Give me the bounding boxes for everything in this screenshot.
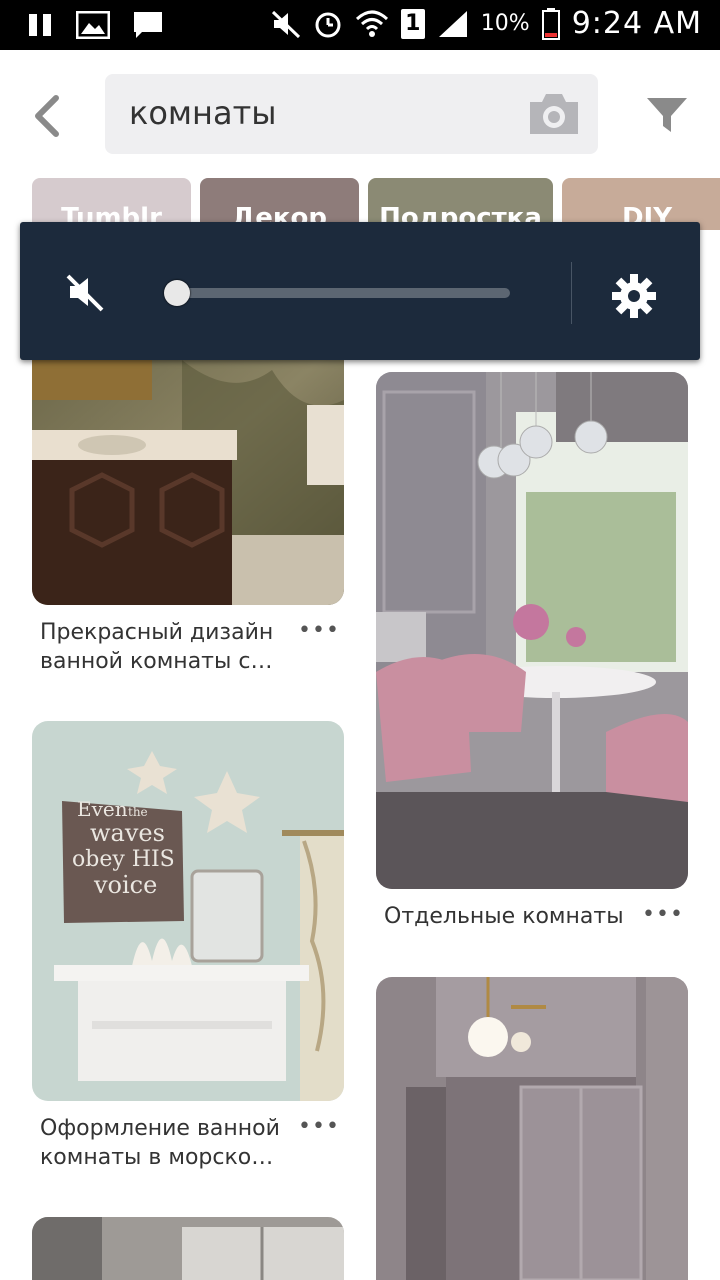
pin-caption-dining[interactable]: Отдельные комнаты [384,902,644,931]
image-icon [76,11,110,39]
pin-caption-bathroom[interactable]: Прекрасный дизайн ванной комнаты с… [40,618,290,676]
bathroom-photo [32,340,344,605]
filter-icon[interactable] [645,96,689,136]
pause-icon [29,14,51,36]
alarm-icon [315,12,341,37]
app-bar: комнаты [0,50,720,170]
battery-percent: 10% [480,11,530,36]
message-icon [134,12,162,38]
pin-image-nautical[interactable]: Even the waves obey HIS voice [32,721,344,1101]
more-options-icon[interactable]: ••• [642,902,684,927]
wifi-icon [355,10,388,37]
svg-text:waves: waves [90,819,165,847]
signal-icon [438,10,467,37]
volume-muted-icon[interactable] [66,272,106,312]
volume-slider-thumb[interactable] [164,280,190,306]
more-options-icon[interactable]: ••• [298,1114,340,1139]
volume-panel [20,222,700,360]
pin-caption-nautical[interactable]: Оформление ванной комнаты в морско… [40,1114,290,1172]
svg-text:obey HIS: obey HIS [72,847,175,872]
svg-text:voice: voice [93,871,157,899]
divider [571,262,572,324]
battery-icon [541,7,560,40]
volume-slider-track[interactable] [178,288,510,298]
pin-image-dining[interactable] [376,372,688,889]
nautical-decor-photo: Even the waves obey HIS voice [32,721,344,1101]
dining-room-photo [376,372,688,889]
svg-text:Even: Even [77,797,128,821]
settings-gear-icon[interactable] [610,272,658,320]
sim-slot-icon: 1 [400,8,425,39]
clock: 9:24 AM [571,6,702,41]
more-options-icon[interactable]: ••• [298,618,340,643]
pin-image-hallway[interactable] [376,977,688,1280]
pin-image-room-partial[interactable] [32,1217,344,1280]
hallway-photo [376,977,688,1280]
svg-text:the: the [128,805,148,819]
search-query[interactable]: комнаты [129,94,276,132]
status-bar: 1 10% 9:24 AM [0,0,720,50]
back-arrow-icon[interactable] [28,92,68,140]
room-photo-partial [32,1217,344,1280]
camera-icon[interactable] [526,90,582,138]
search-input[interactable]: комнаты [105,74,598,154]
mute-icon [271,10,300,38]
pin-image-bathroom[interactable] [32,340,344,605]
